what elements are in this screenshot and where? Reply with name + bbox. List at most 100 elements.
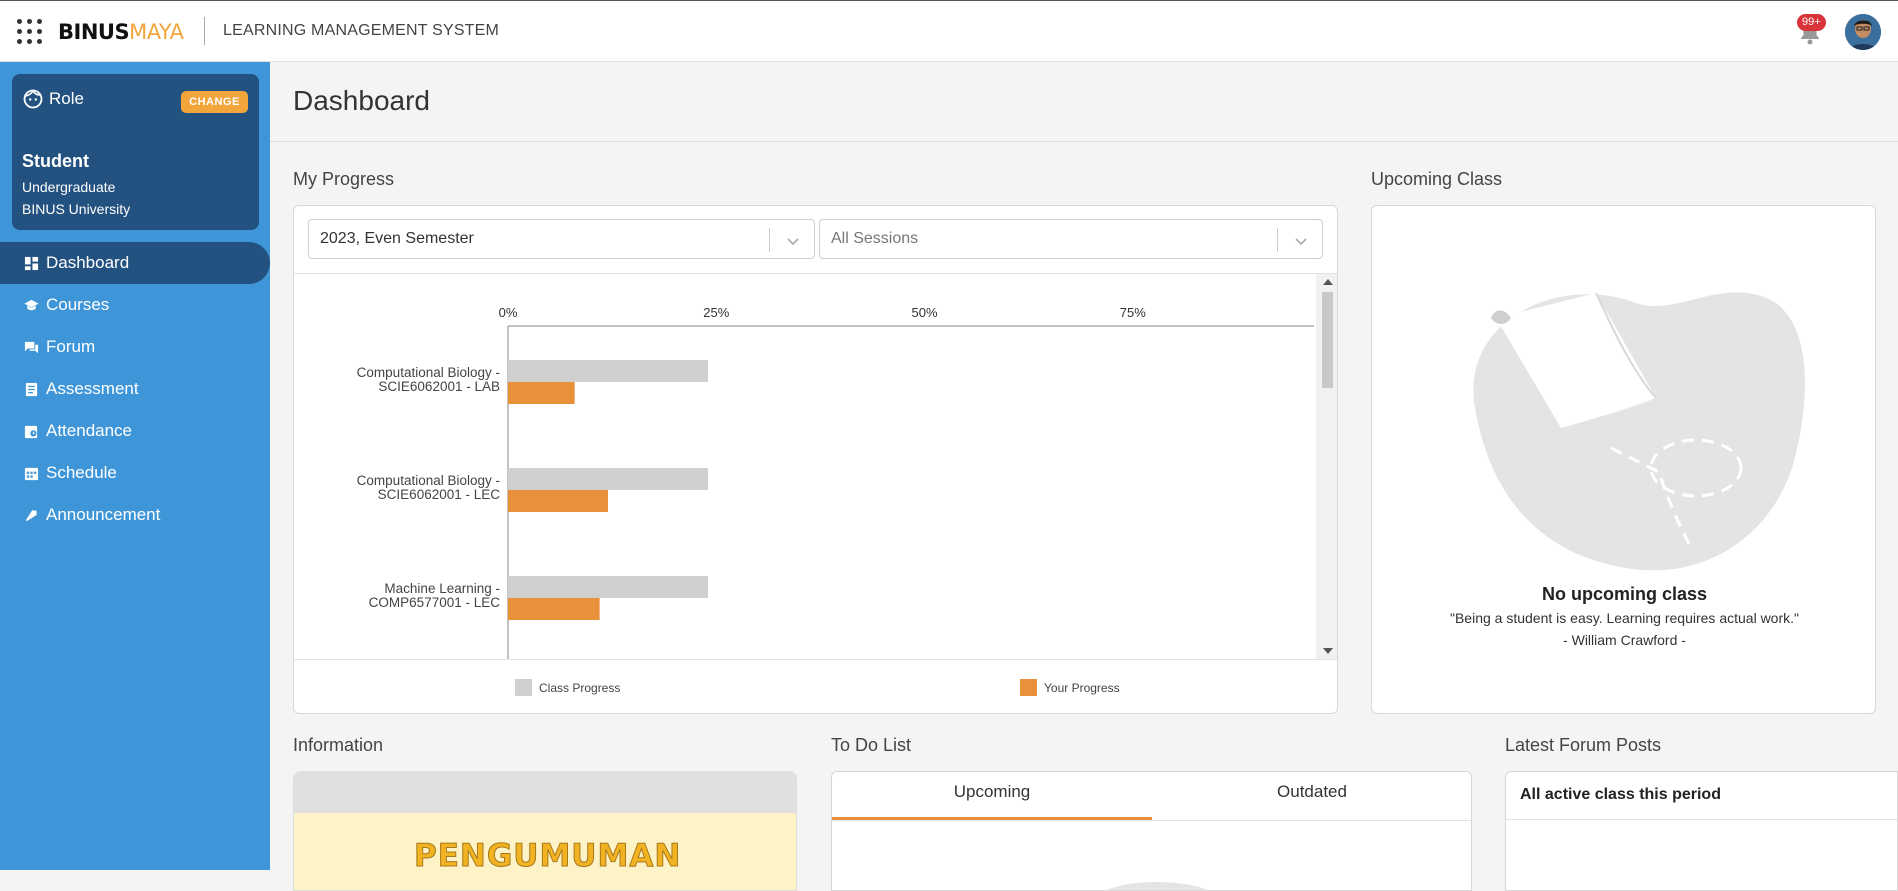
sidebar-nav: Dashboard Courses Forum Assessment Atten… bbox=[0, 242, 270, 536]
information-card[interactable]: PENGUMUMAN bbox=[293, 771, 797, 891]
forum-divider bbox=[1506, 819, 1898, 820]
empty-state-illustration bbox=[1107, 882, 1207, 890]
latest-forum-posts-title: Latest Forum Posts bbox=[1505, 735, 1662, 755]
quote-author: - William Crawford - bbox=[1563, 632, 1686, 648]
your-progress-bar bbox=[508, 382, 575, 404]
dashboard-icon bbox=[24, 256, 39, 270]
todo-list-title: To Do List bbox=[831, 735, 912, 755]
upcoming-class-title: Upcoming Class bbox=[1371, 169, 1503, 189]
category-label: Computational Biology - bbox=[357, 365, 500, 380]
scroll-up-arrow-icon[interactable] bbox=[1323, 279, 1333, 285]
role-program: Undergraduate bbox=[22, 179, 116, 195]
class-progress-bar bbox=[508, 576, 708, 598]
category-label: Machine Learning - bbox=[384, 581, 500, 596]
logo-divider bbox=[204, 17, 205, 45]
x-tick-label: 50% bbox=[911, 305, 937, 320]
legend-swatch-yours bbox=[1020, 679, 1037, 696]
sidebar-item-dashboard[interactable]: Dashboard bbox=[0, 242, 270, 284]
semester-select[interactable]: 2023, Even Semester bbox=[308, 219, 815, 259]
progress-chart-area: 0%25%50%75%100%Computational Biology -SC… bbox=[294, 273, 1337, 660]
information-card-header bbox=[294, 772, 796, 813]
chevron-down-icon bbox=[1295, 238, 1307, 246]
sidebar-item-label: Dashboard bbox=[46, 253, 130, 272]
my-progress-title: My Progress bbox=[293, 169, 395, 189]
scroll-down-arrow-icon[interactable] bbox=[1323, 648, 1333, 654]
logo-maya-text: MAYA bbox=[129, 20, 184, 44]
sidebar-item-label: Schedule bbox=[46, 463, 117, 482]
progress-chart: 0%25%50%75%100%Computational Biology -SC… bbox=[357, 305, 1337, 659]
legend-label: Your Progress bbox=[1044, 680, 1120, 695]
empty-state-illustration bbox=[1473, 292, 1805, 571]
semester-select-value: 2023, Even Semester bbox=[320, 230, 474, 247]
graduation-cap-icon bbox=[24, 299, 39, 310]
sidebar-item-label: Forum bbox=[46, 337, 96, 356]
tab-divider bbox=[832, 820, 1471, 821]
progress-card: 2023, Even Semester All Sessions 0% 25% 50… bbox=[293, 205, 1338, 714]
logo-binus-text: BINUS bbox=[58, 20, 130, 44]
legend-your-progress[interactable]: Your Progress bbox=[1020, 679, 1120, 696]
sidebar-item-attendance[interactable]: Attendance bbox=[0, 410, 270, 452]
sidebar-item-label: Announcement bbox=[46, 505, 161, 524]
information-title: Information bbox=[293, 735, 384, 755]
megaphone-icon bbox=[25, 509, 38, 521]
role-label: Role bbox=[49, 89, 84, 108]
x-tick-label: 75% bbox=[1120, 305, 1146, 320]
calendar-clock-icon bbox=[24, 425, 38, 438]
title-divider bbox=[270, 141, 1898, 142]
latest-forum-posts-card: All active class this period bbox=[1505, 771, 1898, 891]
top-bar: BINUS MAYA LEARNING MANAGEMENT SYSTEM 99+ bbox=[0, 0, 1898, 62]
sidebar-item-label: Courses bbox=[46, 295, 110, 314]
app-title: LEARNING MANAGEMENT SYSTEM bbox=[223, 22, 500, 39]
page-title: Dashboard bbox=[293, 85, 430, 116]
category-label: COMP6577001 - LEC bbox=[369, 595, 501, 610]
sidebar-item-forum[interactable]: Forum bbox=[0, 326, 270, 368]
role-institution: BINUS University bbox=[22, 201, 131, 217]
no-upcoming-class-text: No upcoming class bbox=[1541, 584, 1708, 604]
role-name: Student bbox=[22, 151, 89, 171]
apps-grid-icon[interactable] bbox=[17, 19, 43, 45]
session-select[interactable]: All Sessions bbox=[819, 219, 1323, 259]
upcoming-class-card: No upcoming class "Being a student is ea… bbox=[1371, 205, 1876, 714]
x-tick-label: 0% bbox=[499, 305, 518, 320]
role-card: Role CHANGE Student Undergraduate BINUS … bbox=[12, 74, 259, 230]
avatar-image bbox=[1845, 14, 1881, 50]
announcement-banner-text: PENGUMUMAN bbox=[413, 838, 682, 875]
legend-label: Class Progress bbox=[539, 680, 621, 695]
sidebar-item-announcement[interactable]: Announcement bbox=[0, 494, 270, 536]
x-tick-label: 25% bbox=[703, 305, 729, 320]
legend-swatch-class bbox=[515, 679, 532, 696]
tab-upcoming[interactable]: Upcoming bbox=[832, 772, 1152, 821]
sidebar-item-schedule[interactable]: Schedule bbox=[0, 452, 270, 494]
document-list-icon bbox=[25, 382, 38, 396]
category-label: SCIE6062001 - LAB bbox=[378, 379, 500, 394]
chat-bubbles-icon bbox=[24, 341, 39, 353]
sidebar-item-label: Attendance bbox=[46, 421, 133, 440]
chart-scrollbar[interactable] bbox=[1316, 274, 1337, 659]
session-select-placeholder: All Sessions bbox=[831, 230, 919, 247]
your-progress-bar bbox=[508, 490, 608, 512]
binusmaya-logo[interactable]: BINUS MAYA bbox=[58, 17, 184, 47]
todo-list-card: Upcoming Outdated bbox=[831, 771, 1472, 891]
user-face-icon bbox=[23, 89, 43, 109]
calendar-grid-icon bbox=[24, 467, 39, 480]
class-progress-bar bbox=[508, 360, 708, 382]
sidebar: Role CHANGE Student Undergraduate BINUS … bbox=[0, 62, 270, 870]
forum-filter-label[interactable]: All active class this period bbox=[1520, 786, 1721, 804]
scrollbar-thumb[interactable] bbox=[1322, 292, 1333, 388]
chevron-down-icon bbox=[787, 238, 799, 246]
legend-class-progress[interactable]: Class Progress bbox=[515, 679, 620, 696]
quote-text: "Being a student is easy. Learning requi… bbox=[1450, 610, 1799, 626]
user-avatar[interactable] bbox=[1845, 14, 1881, 50]
sidebar-item-label: Assessment bbox=[46, 379, 139, 398]
change-role-button[interactable]: CHANGE bbox=[181, 91, 248, 113]
notification-count-badge: 99+ bbox=[1797, 14, 1826, 31]
select-separator bbox=[769, 228, 770, 252]
sidebar-item-courses[interactable]: Courses bbox=[0, 284, 270, 326]
category-label: SCIE6062001 - LEC bbox=[378, 487, 501, 502]
your-progress-bar bbox=[508, 598, 600, 620]
select-separator bbox=[1277, 228, 1278, 252]
class-progress-bar bbox=[508, 468, 708, 490]
tab-outdated[interactable]: Outdated bbox=[1152, 772, 1471, 821]
category-label: Computational Biology - bbox=[357, 473, 500, 488]
sidebar-item-assessment[interactable]: Assessment bbox=[0, 368, 270, 410]
